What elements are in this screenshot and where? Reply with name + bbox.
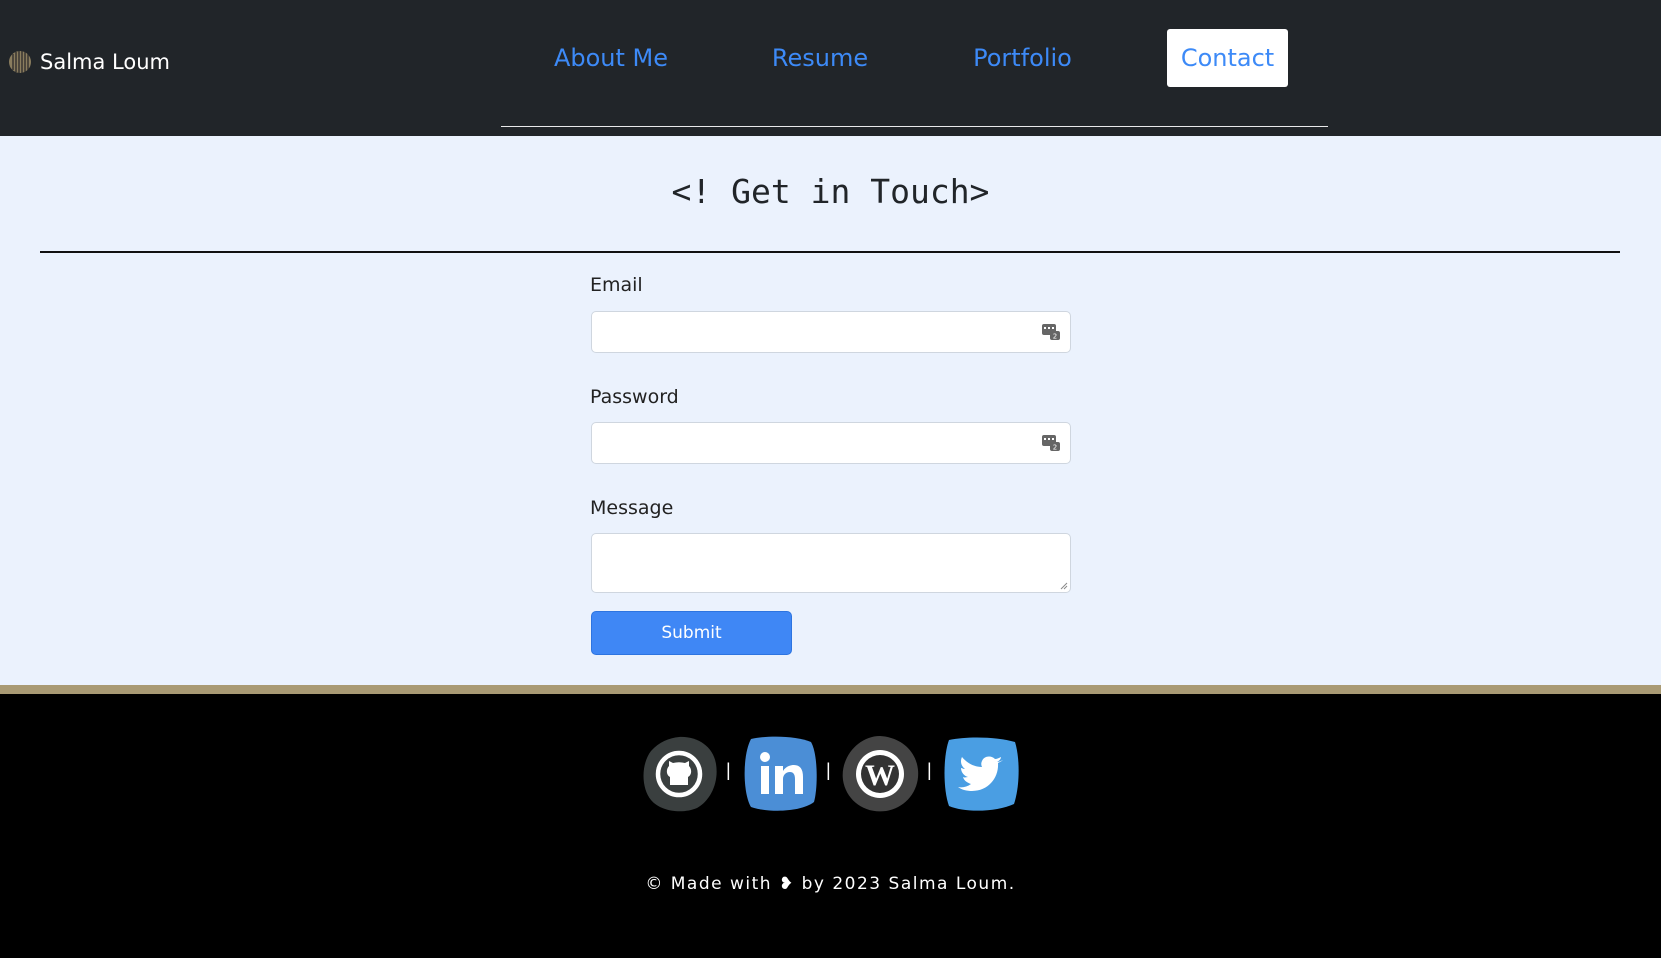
svg-text:W: W (865, 759, 895, 792)
footer-stripe (0, 685, 1661, 694)
brand-name: Salma Loum (40, 50, 170, 74)
page-title: <! Get in Touch> (671, 172, 990, 211)
linkedin-icon[interactable] (739, 734, 819, 814)
resize-handle-icon[interactable] (1060, 582, 1068, 590)
logo-icon (9, 51, 31, 73)
brand[interactable]: Salma Loum (8, 50, 170, 74)
divider (40, 251, 1620, 253)
github-icon[interactable] (639, 734, 719, 814)
submit-button[interactable]: Submit (591, 611, 792, 655)
separator: | (826, 760, 831, 780)
copyright-text: © Made with ❥ by 2023 Salma Loum. (645, 874, 1016, 894)
separator: | (927, 760, 932, 780)
footer: | | W | © Made with ❥ by 2023 Salma Loum… (0, 694, 1661, 958)
email-label: Email (590, 274, 643, 296)
nav-underline (501, 126, 1328, 127)
nav-portfolio[interactable]: Portfolio (955, 29, 1090, 87)
message-label: Message (590, 497, 674, 519)
nav-contact[interactable]: Contact (1167, 29, 1288, 87)
autofill-key-icon: 2 (1042, 324, 1060, 340)
separator: | (726, 760, 731, 780)
wordpress-icon[interactable]: W (840, 734, 920, 814)
contact-section: <! Get in Touch> Email 2 Password 2 Mess… (0, 136, 1661, 685)
autofill-key-icon: 2 (1042, 435, 1060, 451)
twitter-icon[interactable] (941, 734, 1021, 814)
nav-resume[interactable]: Resume (755, 29, 885, 87)
email-field[interactable]: 2 (591, 311, 1071, 353)
svg-text:2: 2 (1053, 444, 1057, 452)
top-navbar: Salma Loum About Me Resume Portfolio Con… (0, 0, 1661, 136)
password-label: Password (590, 386, 679, 408)
message-textarea[interactable] (591, 533, 1071, 593)
password-field[interactable]: 2 (591, 422, 1071, 464)
nav-about-me[interactable]: About Me (541, 29, 681, 87)
svg-text:2: 2 (1053, 333, 1057, 341)
